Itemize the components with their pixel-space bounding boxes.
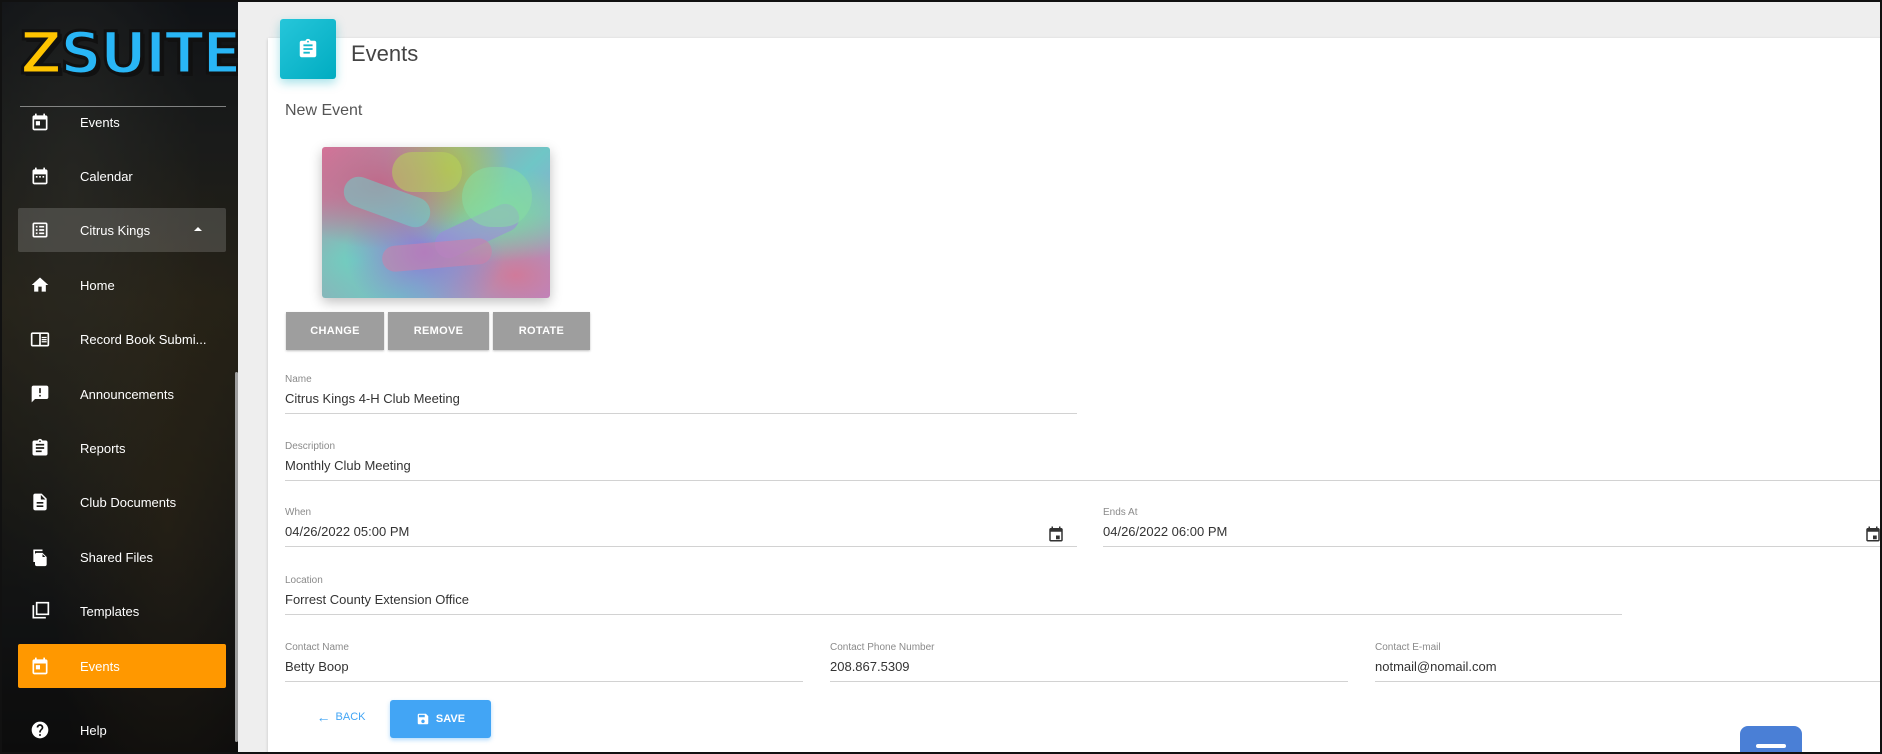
sidebar-item-label: Templates xyxy=(80,603,140,619)
sidebar-item-label: Home xyxy=(80,277,115,293)
caret-up-icon xyxy=(194,227,202,231)
change-image-button[interactable]: CHANGE xyxy=(286,312,384,350)
menu-fab-button[interactable] xyxy=(1740,726,1802,752)
contact-email-label: Contact E-mail xyxy=(1375,642,1441,653)
files-icon xyxy=(30,547,50,567)
contact-name-value: Betty Boop xyxy=(285,659,349,674)
name-value: Citrus Kings 4-H Club Meeting xyxy=(285,391,460,406)
logo-suite: SUITE xyxy=(59,19,238,88)
contact-email-value: notmail@nomail.com xyxy=(1375,659,1497,674)
description-value: Monthly Club Meeting xyxy=(285,458,411,473)
description-field[interactable]: Description Monthly Club Meeting xyxy=(285,441,1880,481)
arrow-left-icon: ← xyxy=(316,709,331,725)
location-field[interactable]: Location Forrest County Extension Office xyxy=(285,575,1622,615)
sidebar-item-label: Help xyxy=(80,722,107,738)
name-field[interactable]: Name Citrus Kings 4-H Club Meeting xyxy=(285,374,1077,414)
contact-name-field[interactable]: Contact Name Betty Boop xyxy=(285,642,803,682)
contact-email-field[interactable]: Contact E-mail notmail@nomail.com xyxy=(1375,642,1880,682)
sidebar-item-label: Club Documents xyxy=(80,494,177,510)
description-label: Description xyxy=(285,441,336,452)
rotate-image-button[interactable]: ROTATE xyxy=(493,312,590,350)
contact-phone-label: Contact Phone Number xyxy=(830,642,935,653)
calendar-event-icon xyxy=(30,112,50,132)
ends-at-value: 04/26/2022 06:00 PM xyxy=(1103,524,1228,539)
field-underline xyxy=(285,546,1077,547)
menu-icon xyxy=(1756,744,1786,748)
sidebar-item-label: Record Book Submi... xyxy=(80,331,207,347)
back-label: BACK xyxy=(335,711,366,723)
save-label: SAVE xyxy=(435,713,466,725)
calendar-icon xyxy=(30,166,50,186)
sidebar-item-label: Announcements xyxy=(80,386,174,402)
main-content: Events New Event CHANGE REMOVE ROTATE Na… xyxy=(238,2,1880,752)
sidebar-item-label: Shared Files xyxy=(80,549,153,565)
sidebar-item-label: Reports xyxy=(80,440,126,456)
announcement-icon xyxy=(30,384,50,404)
home-icon xyxy=(30,275,50,295)
clipboard-icon xyxy=(280,19,336,79)
calendar-picker-icon[interactable] xyxy=(1047,525,1065,543)
when-value: 04/26/2022 05:00 PM xyxy=(285,524,410,539)
contact-phone-field[interactable]: Contact Phone Number 208.867.5309 xyxy=(830,642,1348,682)
sidebar-item-help[interactable]: Help xyxy=(18,708,226,752)
help-icon xyxy=(30,720,50,740)
name-label: Name xyxy=(285,374,312,385)
sidebar-item-label: Events xyxy=(80,658,120,674)
field-underline xyxy=(285,480,1880,481)
field-underline xyxy=(285,681,803,682)
sidebar-item-record-book[interactable]: Record Book Submi... xyxy=(18,317,226,361)
back-button[interactable]: ← BACK xyxy=(312,698,370,736)
sidebar-item-label: Citrus Kings xyxy=(80,222,151,238)
sidebar-item-reports[interactable]: Reports xyxy=(18,426,226,470)
sidebar-item-shared-files[interactable]: Shared Files xyxy=(18,535,226,579)
contact-phone-value: 208.867.5309 xyxy=(830,659,910,674)
when-field[interactable]: When 04/26/2022 05:00 PM xyxy=(285,507,1077,547)
sidebar-item-label: Events xyxy=(80,114,120,130)
when-label: When xyxy=(285,507,312,518)
field-underline xyxy=(830,681,1348,682)
sidebar-item-templates[interactable]: Templates xyxy=(18,589,226,633)
contact-name-label: Contact Name xyxy=(285,642,349,653)
remove-image-button[interactable]: REMOVE xyxy=(388,312,489,350)
save-icon xyxy=(417,713,429,725)
sidebar-item-calendar[interactable]: Calendar xyxy=(18,154,226,198)
sidebar-item-announcements[interactable]: Announcements xyxy=(18,372,226,416)
field-underline xyxy=(1375,681,1880,682)
sidebar-item-label: Calendar xyxy=(80,168,133,184)
sidebar-scrollbar[interactable] xyxy=(235,372,238,742)
document-icon xyxy=(30,492,50,512)
logo-z: Z xyxy=(18,19,63,88)
ends-at-label: Ends At xyxy=(1103,507,1138,518)
field-underline xyxy=(1103,546,1880,547)
field-underline xyxy=(285,413,1077,414)
zsuite-logo[interactable]: ZSUITE xyxy=(18,19,238,88)
sidebar: ZSUITE Events Calendar Citrus Kings Home… xyxy=(2,2,238,752)
sidebar-item-club-documents[interactable]: Club Documents xyxy=(18,480,226,524)
calendar-event-icon xyxy=(30,656,50,676)
templates-icon xyxy=(30,601,50,621)
page-title: Events xyxy=(351,41,419,66)
ends-at-field[interactable]: Ends At 04/26/2022 06:00 PM xyxy=(1103,507,1880,547)
clipboard-icon xyxy=(30,438,50,458)
save-button[interactable]: SAVE xyxy=(390,700,491,738)
calendar-picker-icon[interactable] xyxy=(1864,525,1880,543)
location-label: Location xyxy=(285,575,323,586)
form-subtitle: New Event xyxy=(285,102,363,119)
location-value: Forrest County Extension Office xyxy=(285,592,470,607)
sidebar-item-events-top[interactable]: Events xyxy=(18,100,226,144)
sidebar-item-home[interactable]: Home xyxy=(18,263,226,307)
list-icon xyxy=(30,220,50,240)
book-icon xyxy=(30,329,50,349)
event-photo xyxy=(322,147,550,298)
field-underline xyxy=(285,614,1622,615)
sidebar-item-events-active[interactable]: Events xyxy=(18,644,226,688)
sidebar-group-citrus-kings[interactable]: Citrus Kings xyxy=(18,208,226,252)
